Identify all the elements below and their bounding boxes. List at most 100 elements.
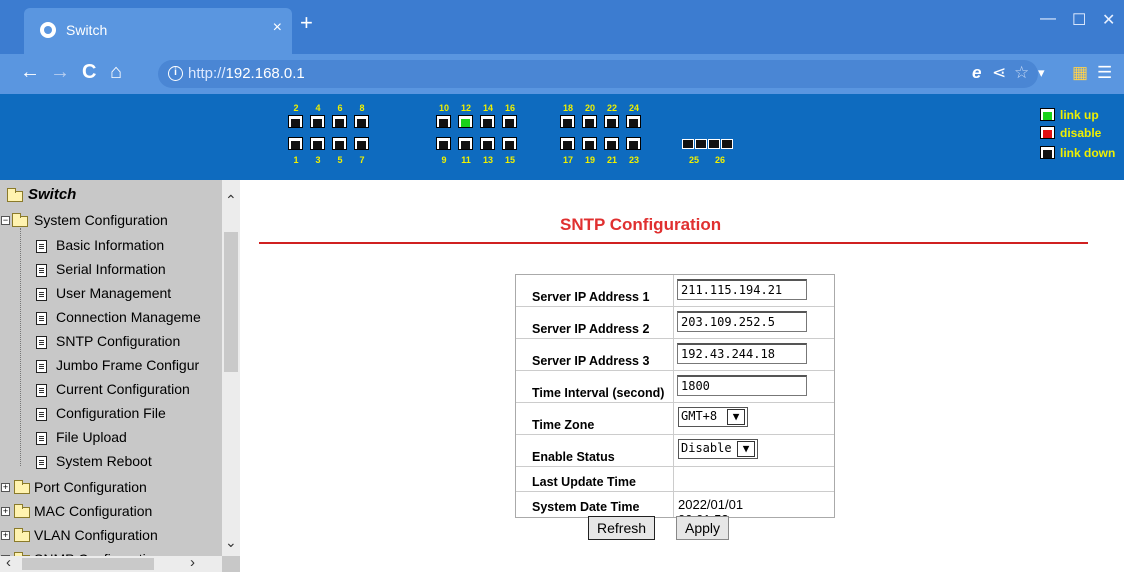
scroll-down-icon[interactable]: ⌄ [225,534,237,551]
port-19-icon[interactable] [582,137,597,150]
maximize-button[interactable]: ☐ [1072,10,1086,30]
port-5-icon[interactable] [332,137,347,150]
document-icon [36,456,47,469]
port-number-top: 6 [337,103,343,113]
port-4-icon[interactable] [310,115,325,128]
document-icon [36,408,47,421]
url-text: http://192.168.0.1 [188,65,305,82]
tab-close-button[interactable]: × [273,19,282,37]
port-number-bottom: 13 [482,155,493,165]
sidebar-item-label: Configuration File [56,405,166,421]
tree-line [20,228,21,466]
port-number-bottom: 15 [504,155,515,165]
enable-select[interactable]: Disable ▼ [678,439,758,459]
expand-icon[interactable]: + [1,531,10,540]
port-6-icon[interactable] [332,115,347,128]
reload-button[interactable]: C [82,62,96,82]
close-window-button[interactable]: ✕ [1102,10,1115,30]
sidebar-item-label: Serial Information [56,261,166,277]
ie-mode-icon[interactable]: e [972,63,981,83]
sidebar-item-label: System Reboot [56,453,152,469]
sfp-26-icon[interactable] [721,139,733,149]
port-number-bottom: 17 [562,155,573,165]
port-number-top: 4 [315,103,321,113]
chevron-down-icon[interactable]: ▼ [737,441,755,457]
scrollbar-thumb[interactable] [224,232,238,372]
port-24-icon[interactable] [626,115,641,128]
port-number-bottom: 19 [584,155,595,165]
port-11-icon[interactable] [458,137,473,150]
document-icon [36,360,47,373]
sidebar-horizontal-scrollbar[interactable]: ‹ › [0,554,222,572]
sidebar-tree: Switch − System Configuration Basic Info… [0,180,240,572]
home-button[interactable]: ⌂ [110,62,122,82]
sfp-25-icon[interactable] [695,139,707,149]
sfp-26-icon[interactable] [708,139,720,149]
port-10-icon[interactable] [436,115,451,128]
port-13-icon[interactable] [480,137,495,150]
expand-icon[interactable]: + [1,507,10,516]
folder-open-icon [12,213,28,227]
tree-root-switch[interactable]: Switch [28,186,76,203]
port-3-icon[interactable] [310,137,325,150]
dropdown-icon[interactable]: ▾ [1038,65,1045,81]
port-9-icon[interactable] [436,137,451,150]
document-icon [36,240,47,253]
expand-icon[interactable]: + [1,483,10,492]
port-number-bottom: 23 [628,155,639,165]
apps-icon[interactable]: ▦ [1072,63,1088,83]
port-17-icon[interactable] [560,137,575,150]
apply-button[interactable]: Apply [676,516,730,540]
port-15-icon[interactable] [502,137,517,150]
port-number-bottom: 7 [359,155,365,165]
sfp-25-icon[interactable] [682,139,694,149]
sidebar-vertical-scrollbar[interactable]: ⌃ ⌄ [222,180,240,556]
port-number-bottom: 9 [441,155,447,165]
port-21-icon[interactable] [604,137,619,150]
server3-label: Server IP Address 3 [516,339,674,370]
port-number-bottom: 3 [315,155,321,165]
port-22-icon[interactable] [604,115,619,128]
port-number-top: 22 [606,103,617,113]
server1-row: Server IP Address 1 [516,275,834,307]
collapse-icon[interactable]: − [1,216,10,225]
port-16-icon[interactable] [502,115,517,128]
url-host: 192.168.0.1 [225,65,305,82]
minimize-button[interactable]: — [1040,10,1056,28]
scrollbar-thumb[interactable] [22,558,154,570]
info-icon[interactable]: i [168,66,183,81]
share-icon[interactable]: ⋖ [992,63,1006,83]
port-18-icon[interactable] [560,115,575,128]
port-12-icon[interactable] [458,115,473,128]
switch-port-panel: 2 1 4 3 6 5 8 7 10 9 12 11 14 13 16 15 18 17 20 19 22 21 24 23 2… [0,94,1124,180]
browser-tab[interactable]: Switch × [24,8,292,54]
server1-label: Server IP Address 1 [516,275,674,306]
back-button[interactable]: ← [20,62,40,82]
port-7-icon[interactable] [354,137,369,150]
scroll-right-icon[interactable]: › [190,554,195,571]
server2-input[interactable] [677,311,807,332]
port-2-icon[interactable] [288,115,303,128]
port-8-icon[interactable] [354,115,369,128]
port-23-icon[interactable] [626,137,641,150]
port-number-top: 12 [460,103,471,113]
tree-system-configuration[interactable]: System Configuration [34,212,168,228]
star-icon[interactable]: ☆ [1014,63,1029,83]
menu-icon[interactable]: ☰ [1097,63,1112,83]
port-14-icon[interactable] [480,115,495,128]
port-1-icon[interactable] [288,137,303,150]
port-number-top: 14 [482,103,493,113]
url-field[interactable]: i http://192.168.0.1 [158,60,1038,88]
interval-input[interactable] [677,375,807,396]
chevron-down-icon[interactable]: ▼ [727,409,745,425]
new-tab-button[interactable]: + [300,12,313,34]
server3-input[interactable] [677,343,807,364]
timezone-select[interactable]: GMT+8 ▼ [678,407,748,427]
port-20-icon[interactable] [582,115,597,128]
server1-input[interactable] [677,279,807,300]
scroll-left-icon[interactable]: ‹ [6,554,11,571]
document-icon [36,288,47,301]
scroll-up-icon[interactable]: ⌃ [225,192,237,209]
refresh-button[interactable]: Refresh [588,516,656,540]
forward-button[interactable]: → [50,62,70,82]
